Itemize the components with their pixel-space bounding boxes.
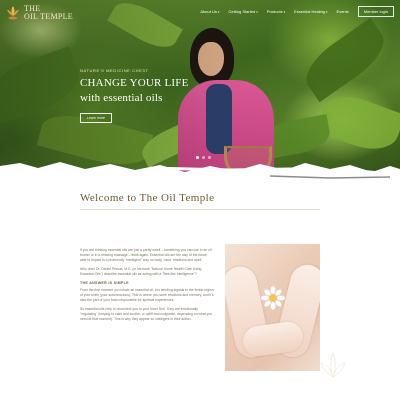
- chevron-down-icon: ▾: [283, 9, 286, 14]
- hero-kicker: Nature's Medicine Chest: [80, 68, 149, 73]
- nav-products[interactable]: Products ▾: [267, 9, 285, 14]
- paragraph: From the first moment you inhale an esse…: [80, 288, 214, 302]
- paragraph: Why does Dr. Daniel Penoel, M.D. (in his…: [80, 267, 202, 276]
- nav-about-us[interactable]: About Us ▾: [200, 9, 219, 14]
- section-subheading: THE ANSWER IS SIMPLE: [80, 281, 129, 285]
- learn-more-button[interactable]: Learn more: [80, 113, 112, 123]
- chevron-down-icon: ▾: [217, 9, 220, 14]
- inline-link[interactable]: think again: [131, 253, 147, 257]
- hands-heart-image: [225, 244, 320, 371]
- chevron-down-icon: ▾: [326, 9, 328, 14]
- paragraph: So essential oils help to reconnect you …: [80, 307, 213, 321]
- hero-caption: Nature's Medicine Chest Change your life…: [80, 68, 189, 124]
- nav-events[interactable]: Events: [337, 9, 349, 14]
- nav-essential-healing[interactable]: Essential Healing ▾: [294, 9, 327, 14]
- main-nav: About Us ▾ Getting Started ▾ Products ▾ Ess…: [200, 6, 394, 17]
- member-login-button[interactable]: Member login: [357, 6, 394, 17]
- hero-title: Change your life with essential oils: [80, 77, 189, 104]
- lotus-icon: [6, 5, 20, 21]
- daisy-icon: [261, 286, 285, 310]
- brush-divider: [0, 162, 400, 192]
- paragraph: If you are thinking essential oils are j…: [80, 248, 212, 262]
- divider: [80, 209, 320, 210]
- chevron-down-icon: ▾: [256, 9, 258, 14]
- logo-text: THE OIL TEMPLE: [24, 4, 73, 21]
- intro-content: If you are thinking essential oils are j…: [80, 248, 214, 326]
- lotus-watermark-icon: [320, 351, 346, 379]
- site-logo[interactable]: THE OIL TEMPLE: [6, 5, 73, 21]
- nav-getting-started[interactable]: Getting Started ▾: [228, 9, 257, 14]
- welcome-heading: Welcome to The Oil Temple: [80, 192, 215, 204]
